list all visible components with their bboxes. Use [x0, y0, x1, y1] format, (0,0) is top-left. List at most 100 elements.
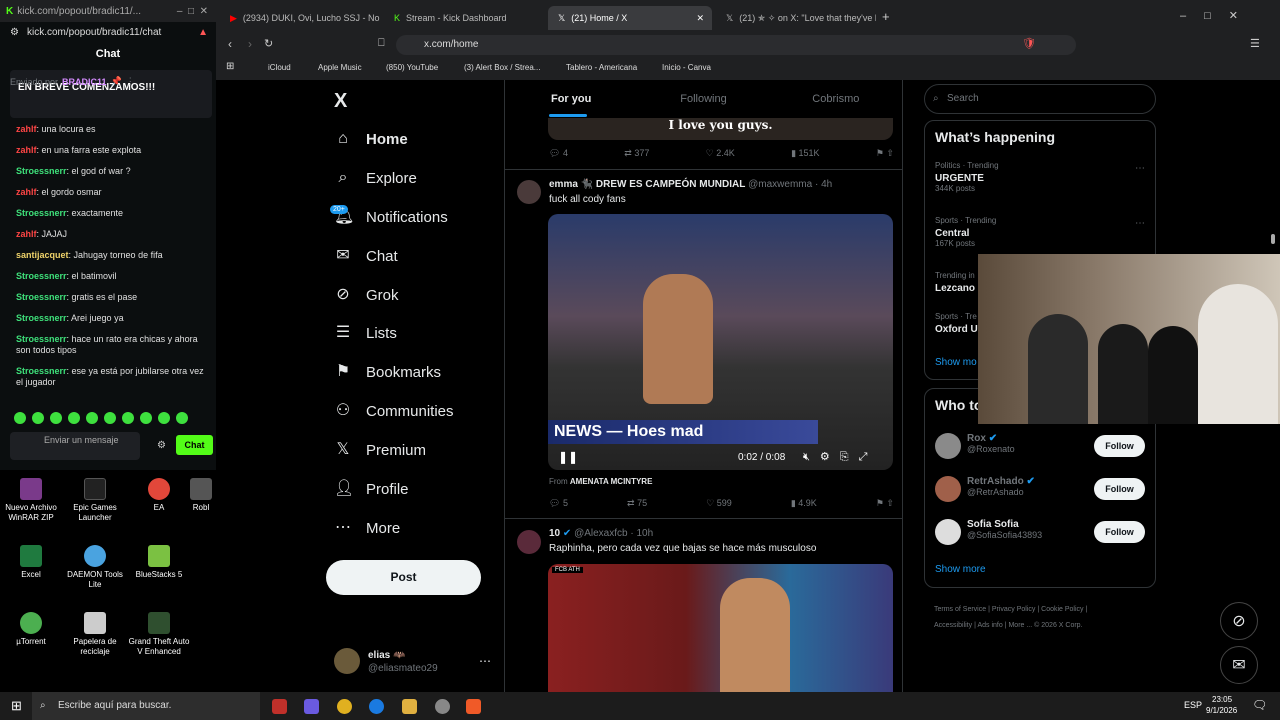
bookmark-icon[interactable]: ⚑ ⇧ [876, 148, 894, 159]
avatar[interactable] [935, 519, 961, 545]
follow-suggestion[interactable]: Sofia Sofia @SofiaSofia43893 [967, 519, 1042, 540]
chat-username[interactable]: santijacquet [16, 250, 69, 260]
chat-username[interactable]: zahlf [16, 145, 37, 155]
chat-message[interactable]: Stroessnerr: Arei juego ya [16, 313, 208, 324]
chat-message[interactable]: Stroessnerr: el batimovil [16, 271, 208, 282]
sidebar-item-communities[interactable]: ⚇ Communities [334, 402, 454, 420]
follow-button[interactable]: Follow [1094, 478, 1145, 500]
tweet-image[interactable]: FCB ATH [548, 564, 893, 692]
like-icon[interactable]: ♡ 599 [706, 498, 732, 509]
from-attribution[interactable]: From AMENATA MCINTYRE [549, 477, 652, 486]
follow-suggestion[interactable]: RetrAshado ✔ @RetrAshado [967, 476, 1035, 497]
reload-icon[interactable]: ↻ [264, 37, 273, 50]
bookmark-page-icon[interactable]: ⎕ [378, 37, 385, 50]
brave-icon[interactable]: ▲ [198, 27, 208, 38]
more-icon[interactable]: ⋮ [126, 76, 135, 87]
chat-username[interactable]: Stroessnerr [16, 313, 67, 323]
repost-icon[interactable]: ⇄ 377 [624, 148, 649, 159]
like-icon[interactable]: ♡ 2.4K [706, 148, 735, 159]
menu-icon[interactable]: ☰ [1250, 37, 1260, 50]
sidebar-item-lists[interactable]: ☰ Lists [334, 324, 397, 342]
x-logo[interactable]: X [334, 90, 347, 113]
bookmark-icon[interactable]: ⚑ ⇧ [876, 498, 894, 509]
chat-username[interactable]: Stroessnerr [16, 334, 67, 344]
follow-button[interactable]: Follow [1094, 521, 1145, 543]
more-icon[interactable]: ⋯ [1135, 163, 1145, 174]
avatar[interactable] [935, 476, 961, 502]
sidebar-item-home[interactable]: ⌂ Home [334, 130, 408, 148]
sidebar-item-chat[interactable]: ✉ Chat [334, 247, 397, 265]
chat-username[interactable]: Stroessnerr [16, 208, 67, 218]
windows-start-icon[interactable]: ⊞ [11, 698, 22, 714]
app-icon[interactable] [435, 699, 450, 714]
emote-bar[interactable] [14, 412, 188, 424]
bookmark-item[interactable]: Apple Music [318, 63, 362, 72]
new-tab-button[interactable]: + [882, 9, 890, 24]
follow-suggestion[interactable]: Rox ✔ @Roxenato [967, 433, 1015, 454]
reply-icon[interactable]: 💬︎ 5 [549, 498, 568, 509]
close-icon[interactable]: ✕ [696, 13, 704, 24]
chat-message[interactable]: zahlf: JAJAJ [16, 229, 208, 240]
address-bar[interactable]: x.com/home [396, 35, 1076, 55]
taskbar-search[interactable]: ⌕ Escribe aquí para buscar. [32, 692, 260, 720]
desktop-icon[interactable]: DAEMON Tools Lite [64, 545, 126, 590]
chat-send-button[interactable]: Chat [176, 435, 213, 455]
gear-icon[interactable]: ⚙ [157, 440, 166, 451]
show-more-link[interactable]: Show more [935, 564, 986, 575]
chat-message[interactable]: zahlf: en una farra este explota [16, 145, 208, 156]
trend-item[interactable]: Sports · Tre Oxford U [935, 312, 978, 335]
site-settings-icon[interactable]: ⚙ [10, 27, 19, 38]
video-controls[interactable]: 🔇︎⚙⎘⤢ [803, 450, 877, 464]
show-more-link[interactable]: Show mo [935, 357, 977, 368]
chat-message[interactable]: Stroessnerr: ese ya está por jubilarse o… [16, 366, 208, 388]
chat-username[interactable]: zahlf [16, 229, 37, 239]
more-icon[interactable]: ⋯ [1135, 218, 1145, 229]
footer-links[interactable]: Terms of Service | Privacy Policy | Cook… [934, 602, 1154, 634]
tab-x-home[interactable]: 𝕏 (21) Home / X ✕ [548, 6, 712, 30]
chat-message[interactable]: Stroessnerr: el god of war ? [16, 166, 208, 177]
bookmark-item[interactable]: (3) Alert Box / Strea... [464, 63, 540, 72]
avatar[interactable] [334, 648, 360, 674]
sidebar-item-notifications[interactable]: 🔔︎ Notifications [334, 208, 448, 226]
search-input[interactable]: ⌕ Search [924, 84, 1156, 114]
popout-address[interactable]: ⚙ kick.com/popout/bradic11/chat ▲ [0, 22, 216, 42]
sidebar-item-grok[interactable]: ⊘ Grok [334, 286, 398, 304]
post-button[interactable]: Post [326, 560, 481, 595]
desktop-icon[interactable]: Robl [186, 478, 216, 513]
tab-for-you[interactable]: For you [505, 80, 637, 118]
sidebar-item-bookmarks[interactable]: ⚑ Bookmarks [334, 363, 441, 381]
tab-youtube[interactable]: ▶ (2934) DUKI, Ovi, Lucho SSJ - No [220, 6, 380, 30]
chat-username[interactable]: Stroessnerr [16, 166, 67, 176]
folder-icon[interactable] [402, 699, 417, 714]
sidebar-item-more[interactable]: ⋯ More [334, 519, 400, 537]
desktop-icon[interactable]: Excel [0, 545, 62, 580]
repost-icon[interactable]: ⇄ 75 [627, 498, 647, 509]
language-indicator[interactable]: ESP [1184, 700, 1202, 710]
chat-message[interactable]: Stroessnerr: hace un rato era chicas y a… [16, 334, 208, 356]
app-icon[interactable] [272, 699, 287, 714]
forward-icon[interactable]: › [248, 37, 252, 51]
chat-username[interactable]: Stroessnerr [16, 366, 67, 376]
scrollbar[interactable] [1271, 234, 1275, 244]
more-icon[interactable]: ⋯ [479, 654, 491, 668]
clock-time[interactable]: 23:05 [1212, 695, 1232, 704]
avatar[interactable] [517, 530, 541, 554]
bookmark-item[interactable]: (850) YouTube [386, 63, 438, 72]
chat-username[interactable]: Stroessnerr [16, 271, 67, 281]
notification-icon[interactable]: 🗨︎ [1252, 698, 1267, 712]
trend-item[interactable]: Sports · Trending Central 167K posts [935, 216, 996, 248]
desktop-icon[interactable]: Papelera de reciclaje [64, 612, 126, 657]
app-icon[interactable] [304, 699, 319, 714]
follow-button[interactable]: Follow [1094, 435, 1145, 457]
views-icon[interactable]: ▮ 4.9K [791, 498, 817, 509]
desktop-icon[interactable]: EA [128, 478, 190, 513]
chat-message[interactable]: zahlf: una locura es [16, 124, 208, 135]
desktop-icon[interactable]: Grand Theft Auto V Enhanced [128, 612, 190, 657]
desktop-icon[interactable]: Nuevo Archivo WinRAR ZIP [0, 478, 62, 523]
trend-item[interactable]: Trending in Lezcano [935, 271, 975, 294]
desktop-icon[interactable]: µTorrent [0, 612, 62, 647]
pin-icon[interactable]: 📌 [111, 76, 122, 87]
apps-icon[interactable]: ⊞ [226, 61, 234, 72]
chrome-icon[interactable] [337, 699, 352, 714]
grok-icon[interactable]: ⊘ [1220, 602, 1258, 640]
